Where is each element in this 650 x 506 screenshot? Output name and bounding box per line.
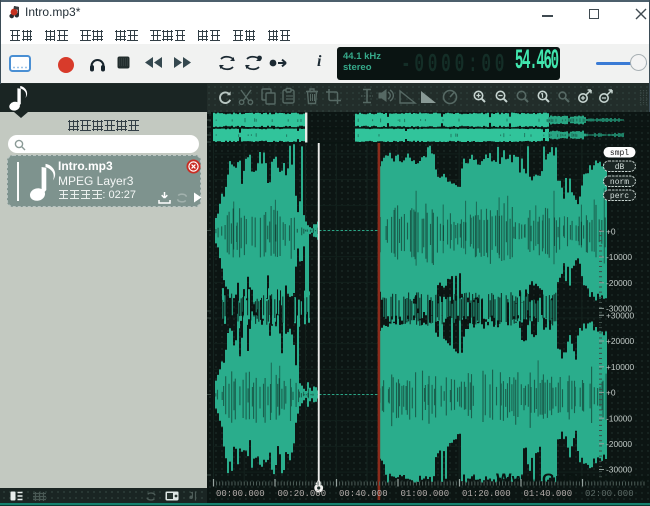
svg-text:-20000: -20000 [606, 278, 632, 288]
svg-text:+30000: +30000 [606, 311, 635, 321]
svg-text:+20000: +20000 [606, 336, 635, 346]
svg-text:dB: dB [615, 163, 625, 172]
svg-text:-20000: -20000 [606, 439, 632, 449]
svg-text:01:00.000: 01:00.000 [401, 489, 450, 499]
svg-text:perc: perc [610, 192, 629, 201]
svg-text:+10000: +10000 [606, 362, 635, 372]
svg-text:-30000: -30000 [606, 465, 632, 475]
svg-text:-10000: -10000 [606, 413, 632, 423]
svg-text:-10000: -10000 [606, 252, 632, 262]
svg-text:norm: norm [610, 178, 629, 187]
svg-text:00:00.000: 00:00.000 [216, 489, 265, 499]
svg-text:00:20.000: 00:20.000 [278, 489, 327, 499]
svg-text:01:20.000: 01:20.000 [462, 489, 511, 499]
svg-text:+0: +0 [606, 388, 616, 398]
svg-text:smpl: smpl [610, 149, 629, 158]
svg-text:+0: +0 [606, 227, 616, 237]
svg-text:00:40.000: 00:40.000 [339, 489, 388, 499]
svg-text:02:00.000: 02:00.000 [585, 489, 634, 499]
svg-text:01:40.000: 01:40.000 [524, 489, 573, 499]
